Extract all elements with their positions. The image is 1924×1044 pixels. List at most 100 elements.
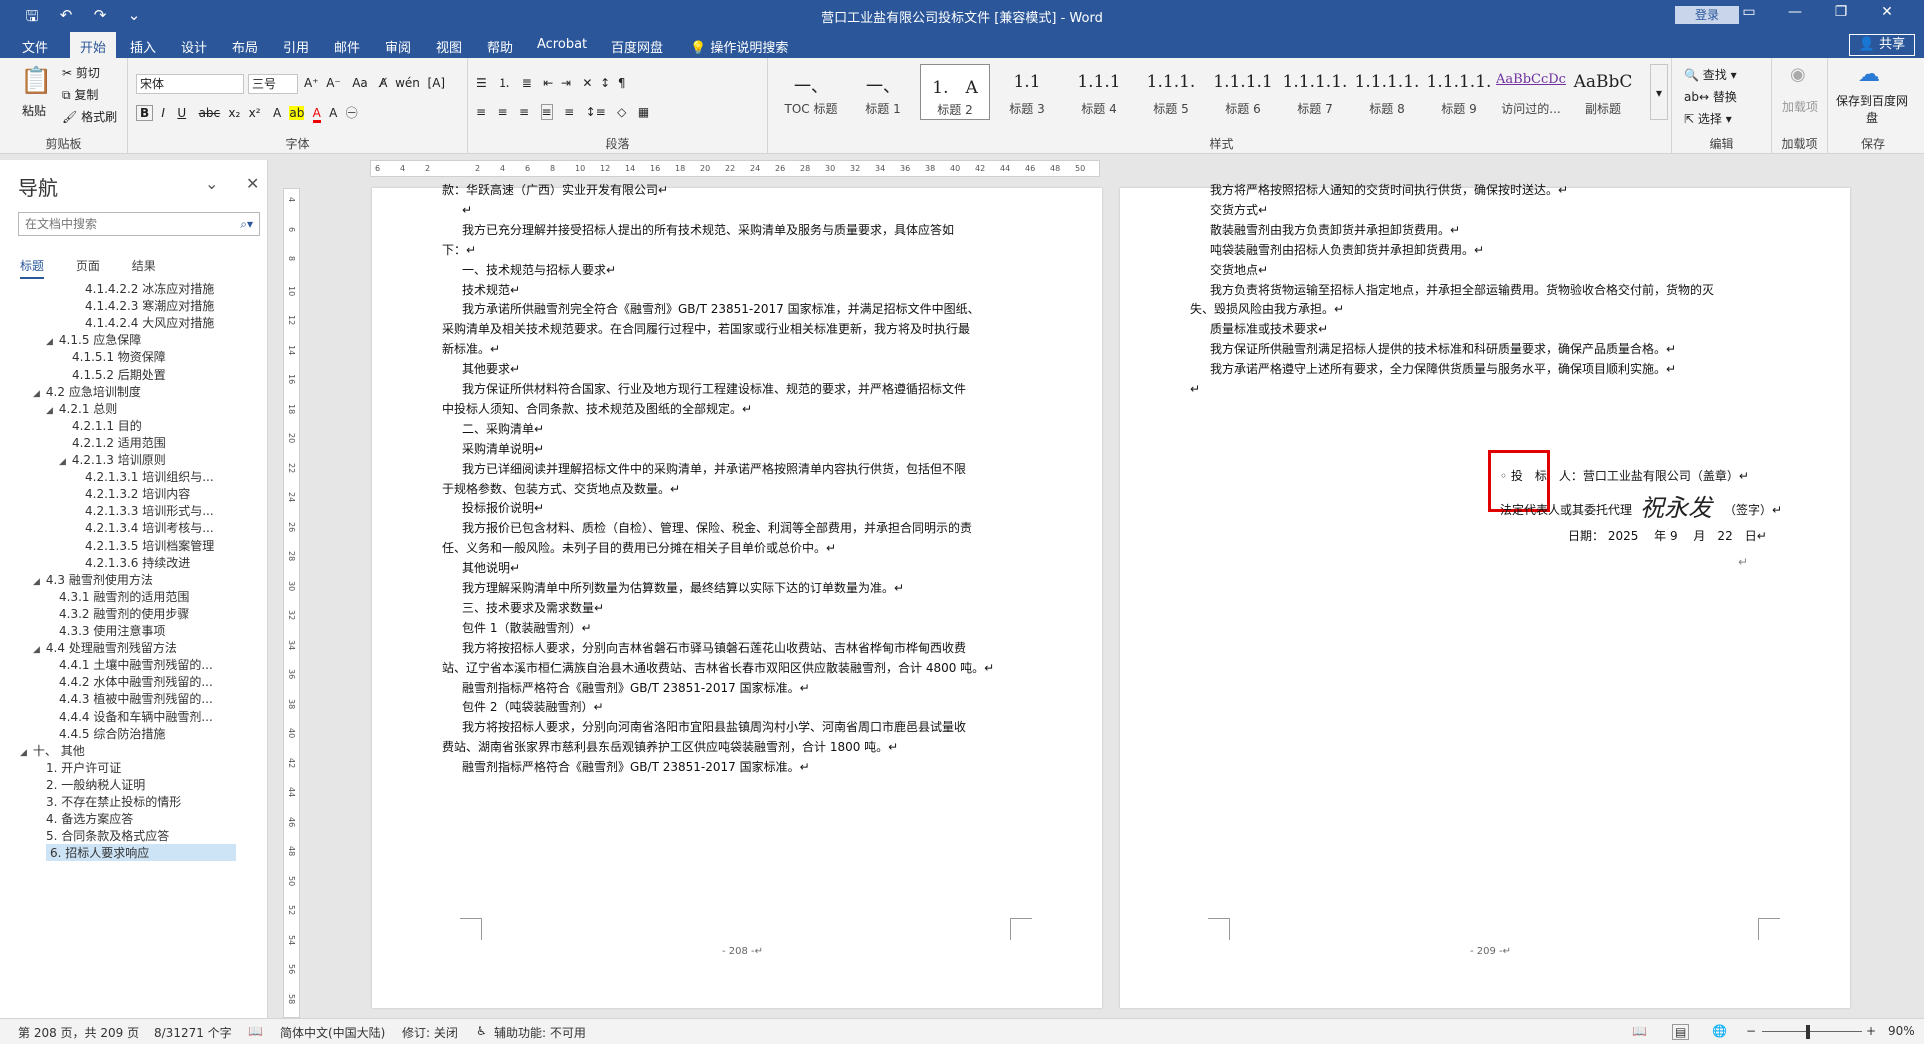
tab-layout[interactable]: 布局 [232, 37, 258, 56]
styles-more-icon[interactable]: ▾ [1650, 64, 1668, 120]
increase-indent-icon[interactable]: ⇥ [561, 76, 571, 90]
collapse-triangle-icon[interactable]: ◢ [33, 645, 40, 655]
nav-heading-item[interactable]: 5. 合同条款及格式应答 [46, 827, 169, 844]
style-0[interactable]: 一、 TOC 标题 [776, 64, 846, 120]
nav-heading-item[interactable]: 4.1.5.2 后期处置 [72, 366, 166, 383]
nav-heading-item[interactable]: 2. 一般纳税人证明 [46, 776, 145, 793]
nav-heading-item[interactable]: 4.2.1.3.1 培训组织与... [85, 468, 214, 485]
select-button[interactable]: ⇱ 选择 ▾ [1684, 110, 1732, 127]
distributed-icon[interactable]: ≡ [564, 105, 574, 119]
tab-mailings[interactable]: 邮件 [334, 37, 360, 56]
nav-heading-item[interactable]: 4. 备选方案应答 [46, 810, 133, 827]
align-right-icon[interactable]: ≡ [519, 105, 529, 119]
nav-heading-item[interactable]: ◢ 4.2.1 总则 [46, 400, 117, 417]
zoom-out-icon[interactable]: − [1746, 1024, 1756, 1038]
line-spacing-icon[interactable]: ↕≡ [586, 105, 606, 119]
grow-font-icon[interactable]: A⁺ [304, 76, 319, 90]
underline-icon[interactable]: U [177, 106, 186, 120]
nav-heading-item[interactable]: 4.1.4.2.4 大风应对措施 [85, 314, 214, 331]
nav-heading-item[interactable]: ◢ 4.2 应急培训制度 [33, 383, 141, 400]
read-mode-icon[interactable]: 📖 [1632, 1024, 1647, 1038]
nav-heading-item[interactable]: 4.2.1.3.3 培训形式与... [85, 502, 214, 519]
show-marks-icon[interactable]: ¶ [618, 76, 626, 90]
nav-heading-item[interactable]: 3. 不存在禁止投标的情形 [46, 793, 181, 810]
page-count[interactable]: 第 208 页，共 209 页 [18, 1024, 139, 1041]
style-8[interactable]: 1.1.1.1. 标题 8 [1352, 64, 1422, 120]
tab-results[interactable]: 结果 [132, 259, 156, 273]
style-6[interactable]: 1.1.1.1 标题 6 [1208, 64, 1278, 120]
tab-insert[interactable]: 插入 [130, 37, 156, 56]
style-10[interactable]: AaBbCcDc 访问过的... [1496, 64, 1566, 120]
tab-references[interactable]: 引用 [283, 37, 309, 56]
numbering-icon[interactable]: ⒈ [498, 74, 510, 91]
addins-button[interactable]: 加载项 [1780, 98, 1820, 115]
char-shading-icon[interactable]: A [329, 106, 337, 120]
nav-heading-item[interactable]: 4.1.5.1 物资保障 [72, 348, 166, 365]
accessibility-icon[interactable]: ♿ [476, 1024, 487, 1038]
style-4[interactable]: 1.1.1 标题 4 [1064, 64, 1134, 120]
paste-icon[interactable]: 📋 [20, 66, 52, 96]
nav-heading-item[interactable]: ◢ 4.3 融雪剂使用方法 [33, 571, 153, 588]
style-9[interactable]: 1.1.1.1. 标题 9 [1424, 64, 1494, 120]
proofing-icon[interactable]: 📖 [248, 1024, 263, 1038]
nav-heading-item[interactable]: 4.4.1 土壤中融雪剂残留的... [59, 656, 213, 673]
align-left-icon[interactable]: ≡ [476, 105, 486, 119]
nav-heading-item[interactable]: 4.4.4 设备和车辆中融雪剂... [59, 708, 213, 725]
nav-heading-item[interactable]: 4.4.3 植被中融雪剂残留的... [59, 690, 213, 707]
tab-view[interactable]: 视图 [436, 37, 462, 56]
format-painter-button[interactable]: 🖌 格式刷 [62, 108, 117, 125]
tab-design[interactable]: 设计 [181, 37, 207, 56]
justify-icon[interactable]: ≡ [540, 104, 553, 120]
bold-icon[interactable]: B [136, 105, 154, 121]
style-1[interactable]: 一、 标题 1 [848, 64, 918, 120]
baidu-netdisk-icon[interactable]: ☁ [1858, 62, 1880, 87]
multilevel-list-icon[interactable]: ≣ [522, 76, 532, 90]
nav-heading-item[interactable]: ◢ 4.1.5 应急保障 [46, 331, 141, 348]
collapse-triangle-icon[interactable]: ◢ [20, 748, 27, 758]
phonetic-guide-icon[interactable]: wén [395, 76, 420, 90]
collapse-triangle-icon[interactable]: ◢ [33, 389, 40, 399]
strikethrough-icon[interactable]: abc [199, 106, 221, 120]
style-2[interactable]: 1. A 标题 2 [920, 64, 990, 120]
style-11[interactable]: AaBbC 副标题 [1568, 64, 1638, 120]
search-icon[interactable]: ⌕▾ [240, 213, 253, 235]
restore-icon[interactable]: ❐ [1818, 4, 1864, 20]
nav-heading-item[interactable]: 4.3.3 使用注意事项 [59, 622, 165, 639]
nav-heading-item[interactable]: 4.2.1.3.5 培训档案管理 [85, 537, 214, 554]
tab-home[interactable]: 开始 [70, 32, 117, 58]
horizontal-ruler[interactable]: 6 4 2 2 4 6 8 10 12 14 16 18 20 22 24 26 28 30 32 34 36 38 40 4… [370, 160, 1100, 177]
nav-heading-item[interactable]: 4.4.2 水体中融雪剂残留的... [59, 673, 213, 690]
nav-heading-item[interactable]: 4.2.1.3.6 持续改进 [85, 554, 190, 571]
nav-heading-item[interactable]: 6. 招标人要求响应 [46, 844, 236, 862]
collapse-triangle-icon[interactable]: ◢ [46, 406, 53, 416]
tab-headings[interactable]: 标题 [20, 259, 45, 279]
find-button[interactable]: 🔍 查找 ▾ [1684, 66, 1737, 83]
nav-heading-item[interactable]: 4.2.1.1 目的 [72, 417, 142, 434]
zoom-in-icon[interactable]: + [1866, 1024, 1876, 1038]
superscript-icon[interactable]: x² [249, 106, 261, 120]
nav-heading-item[interactable]: ◢ 4.2.1.3 培训原则 [59, 451, 166, 468]
text-effects-icon[interactable]: A [273, 106, 281, 120]
ribbon-display-icon[interactable]: ▭ [1726, 4, 1772, 20]
subscript-icon[interactable]: x₂ [228, 106, 240, 120]
paste-button[interactable]: 粘贴 [22, 102, 46, 119]
tab-review[interactable]: 审阅 [385, 37, 411, 56]
cut-button[interactable]: ✂ 剪切 [62, 64, 100, 81]
tell-me-search[interactable]: 💡 操作说明搜索 [690, 37, 788, 56]
highlight-icon[interactable]: ab [289, 106, 305, 120]
zoom-slider[interactable] [1762, 1031, 1862, 1032]
char-border-icon[interactable]: [A] [428, 76, 446, 90]
addins-icon[interactable]: ◉ [1790, 64, 1806, 85]
nav-heading-item[interactable]: 4.3.1 融雪剂的适用范围 [59, 588, 189, 605]
asian-layout-icon[interactable]: ✕ [582, 76, 592, 90]
tab-pages[interactable]: 页面 [76, 259, 100, 273]
italic-icon[interactable]: I [161, 106, 165, 120]
minimize-icon[interactable]: — [1772, 4, 1818, 20]
tab-baidu-netdisk[interactable]: 百度网盘 [611, 37, 663, 56]
style-3[interactable]: 1.1 标题 3 [992, 64, 1062, 120]
decrease-indent-icon[interactable]: ⇤ [543, 76, 553, 90]
accessibility-status[interactable]: 辅助功能: 不可用 [494, 1024, 586, 1041]
close-icon[interactable]: ✕ [1864, 4, 1910, 20]
close-icon[interactable]: ✕ [246, 174, 259, 193]
replace-button[interactable]: ab↔ 替换 [1684, 88, 1737, 105]
